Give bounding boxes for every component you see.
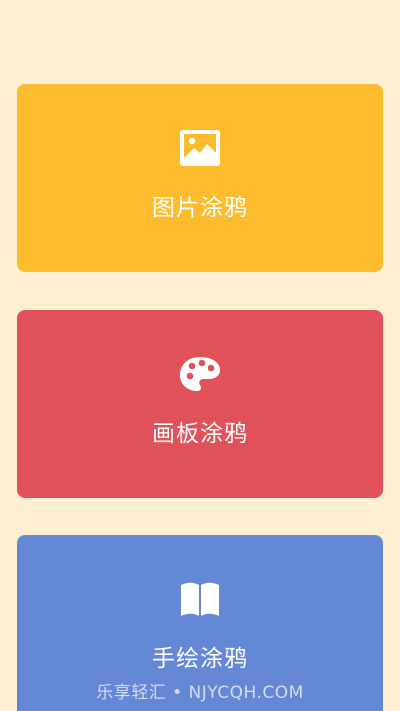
image-doodle-card[interactable]: 图片涂鸦 xyxy=(17,84,383,272)
book-icon xyxy=(179,579,221,619)
board-doodle-card[interactable]: 画板涂鸦 xyxy=(17,310,383,498)
palette-icon xyxy=(179,354,221,394)
watermark: 乐享轻汇 • NJYCQH.COM xyxy=(96,683,304,703)
image-doodle-label: 图片涂鸦 xyxy=(152,195,248,221)
board-doodle-label: 画板涂鸦 xyxy=(152,421,248,447)
image-icon xyxy=(179,128,221,168)
hand-doodle-label: 手绘涂鸦 xyxy=(152,646,248,672)
